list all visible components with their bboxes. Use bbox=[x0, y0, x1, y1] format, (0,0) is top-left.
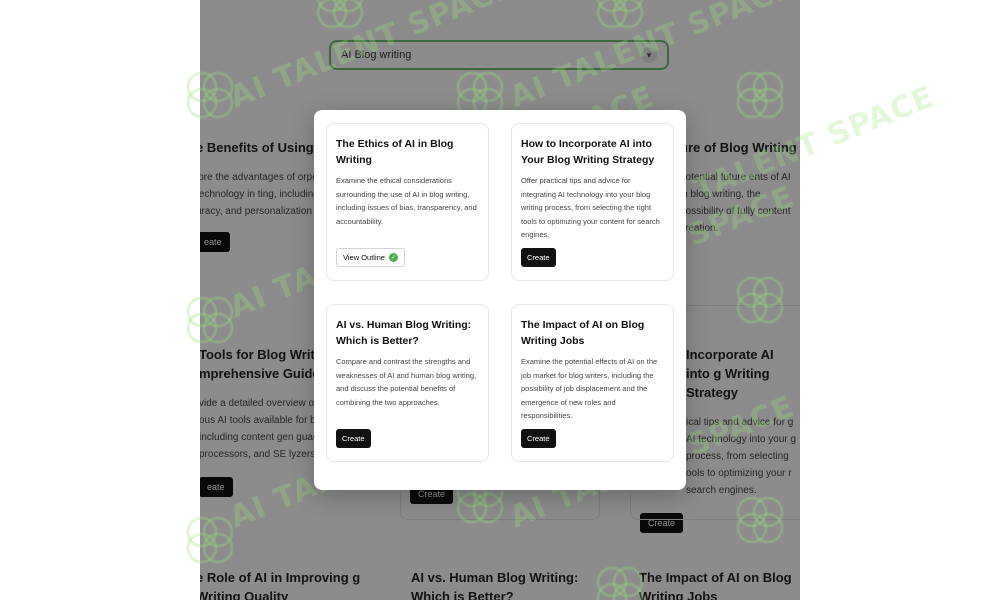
modal-card-desc: Examine the potential effects of AI on t… bbox=[521, 357, 658, 420]
view-outline-label: View Outline bbox=[343, 253, 385, 262]
modal-card-vs[interactable]: AI vs. Human Blog Writing: Which is Bett… bbox=[326, 304, 489, 462]
create-button[interactable]: Create bbox=[336, 429, 371, 448]
modal-card-desc: Examine the ethical considerations surro… bbox=[336, 176, 477, 226]
modal-card-impact[interactable]: The Impact of AI on Blog Writing Jobs Ex… bbox=[511, 304, 674, 462]
modal-card-desc: Compare and contrast the strengths and w… bbox=[336, 357, 477, 407]
create-button[interactable]: Create bbox=[521, 248, 556, 267]
modal-card-title: How to Incorporate AI into Your Blog Wri… bbox=[521, 138, 655, 166]
modal-card-title: AI vs. Human Blog Writing: Which is Bett… bbox=[336, 319, 472, 347]
modal-card-desc: Offer practical tips and advice for inte… bbox=[521, 176, 660, 239]
screen: ▾ e Benefits of Using g Writing lore the… bbox=[0, 0, 1000, 600]
modal-card-title: The Impact of AI on Blog Writing Jobs bbox=[521, 319, 645, 347]
modal-card-incorporate[interactable]: How to Incorporate AI into Your Blog Wri… bbox=[511, 123, 674, 281]
modal-card-title: The Ethics of AI in Blog Writing bbox=[336, 138, 454, 166]
check-circle-icon: ✓ bbox=[388, 253, 398, 262]
view-outline-button[interactable]: View Outline ✓ bbox=[336, 248, 405, 267]
modal-card-ethics[interactable]: The Ethics of AI in Blog Writing Examine… bbox=[326, 123, 489, 281]
create-button[interactable]: Create bbox=[521, 429, 556, 448]
outline-modal: The Ethics of AI in Blog Writing Examine… bbox=[314, 110, 686, 490]
